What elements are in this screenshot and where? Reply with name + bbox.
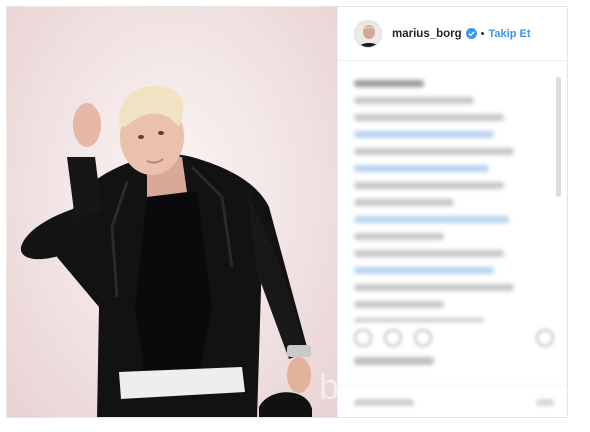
screenshot-frame: b marius_borg • Tak: [0, 0, 590, 432]
avatar[interactable]: [354, 19, 382, 48]
avatar-image: [355, 20, 381, 47]
comment-icon[interactable]: [384, 329, 402, 347]
share-icon[interactable]: [414, 329, 432, 347]
comment-line: [354, 199, 454, 206]
comment-line: [354, 148, 514, 155]
comment-line: [354, 97, 474, 104]
instagram-post: b marius_borg • Tak: [6, 6, 568, 418]
comments-scrollbar[interactable]: [556, 77, 561, 197]
comment-line: [354, 165, 489, 172]
comment-line: [354, 216, 509, 223]
username-link[interactable]: marius_borg: [392, 28, 462, 40]
photo-illustration: b: [20, 85, 337, 417]
like-icon[interactable]: [354, 329, 372, 347]
post-actions: [338, 319, 567, 357]
comment-line: [354, 284, 514, 291]
comment-line: [354, 301, 444, 308]
post-photo[interactable]: b: [7, 7, 337, 417]
comment-line: [354, 131, 494, 138]
svg-text:b: b: [319, 366, 337, 407]
comment-line: [354, 182, 504, 189]
verified-badge-icon: [465, 28, 477, 39]
post-comment-button-blurred[interactable]: [536, 399, 554, 406]
likes-count-blurred: [354, 357, 434, 365]
post-header: marius_borg • Takip Et: [338, 7, 567, 61]
comments-list-blurred[interactable]: [338, 62, 567, 322]
follow-button[interactable]: Takip Et: [489, 28, 531, 40]
add-comment-input-blurred[interactable]: [354, 399, 414, 406]
add-comment-bar[interactable]: [338, 385, 567, 417]
header-separator: •: [480, 27, 485, 40]
comment-line: [354, 114, 504, 121]
comment-line: [354, 250, 504, 257]
comment-line: [354, 80, 424, 87]
comment-line: [354, 233, 444, 240]
comment-line: [354, 267, 494, 274]
post-sidebar: marius_borg • Takip Et: [337, 7, 567, 417]
save-icon[interactable]: [536, 329, 554, 347]
